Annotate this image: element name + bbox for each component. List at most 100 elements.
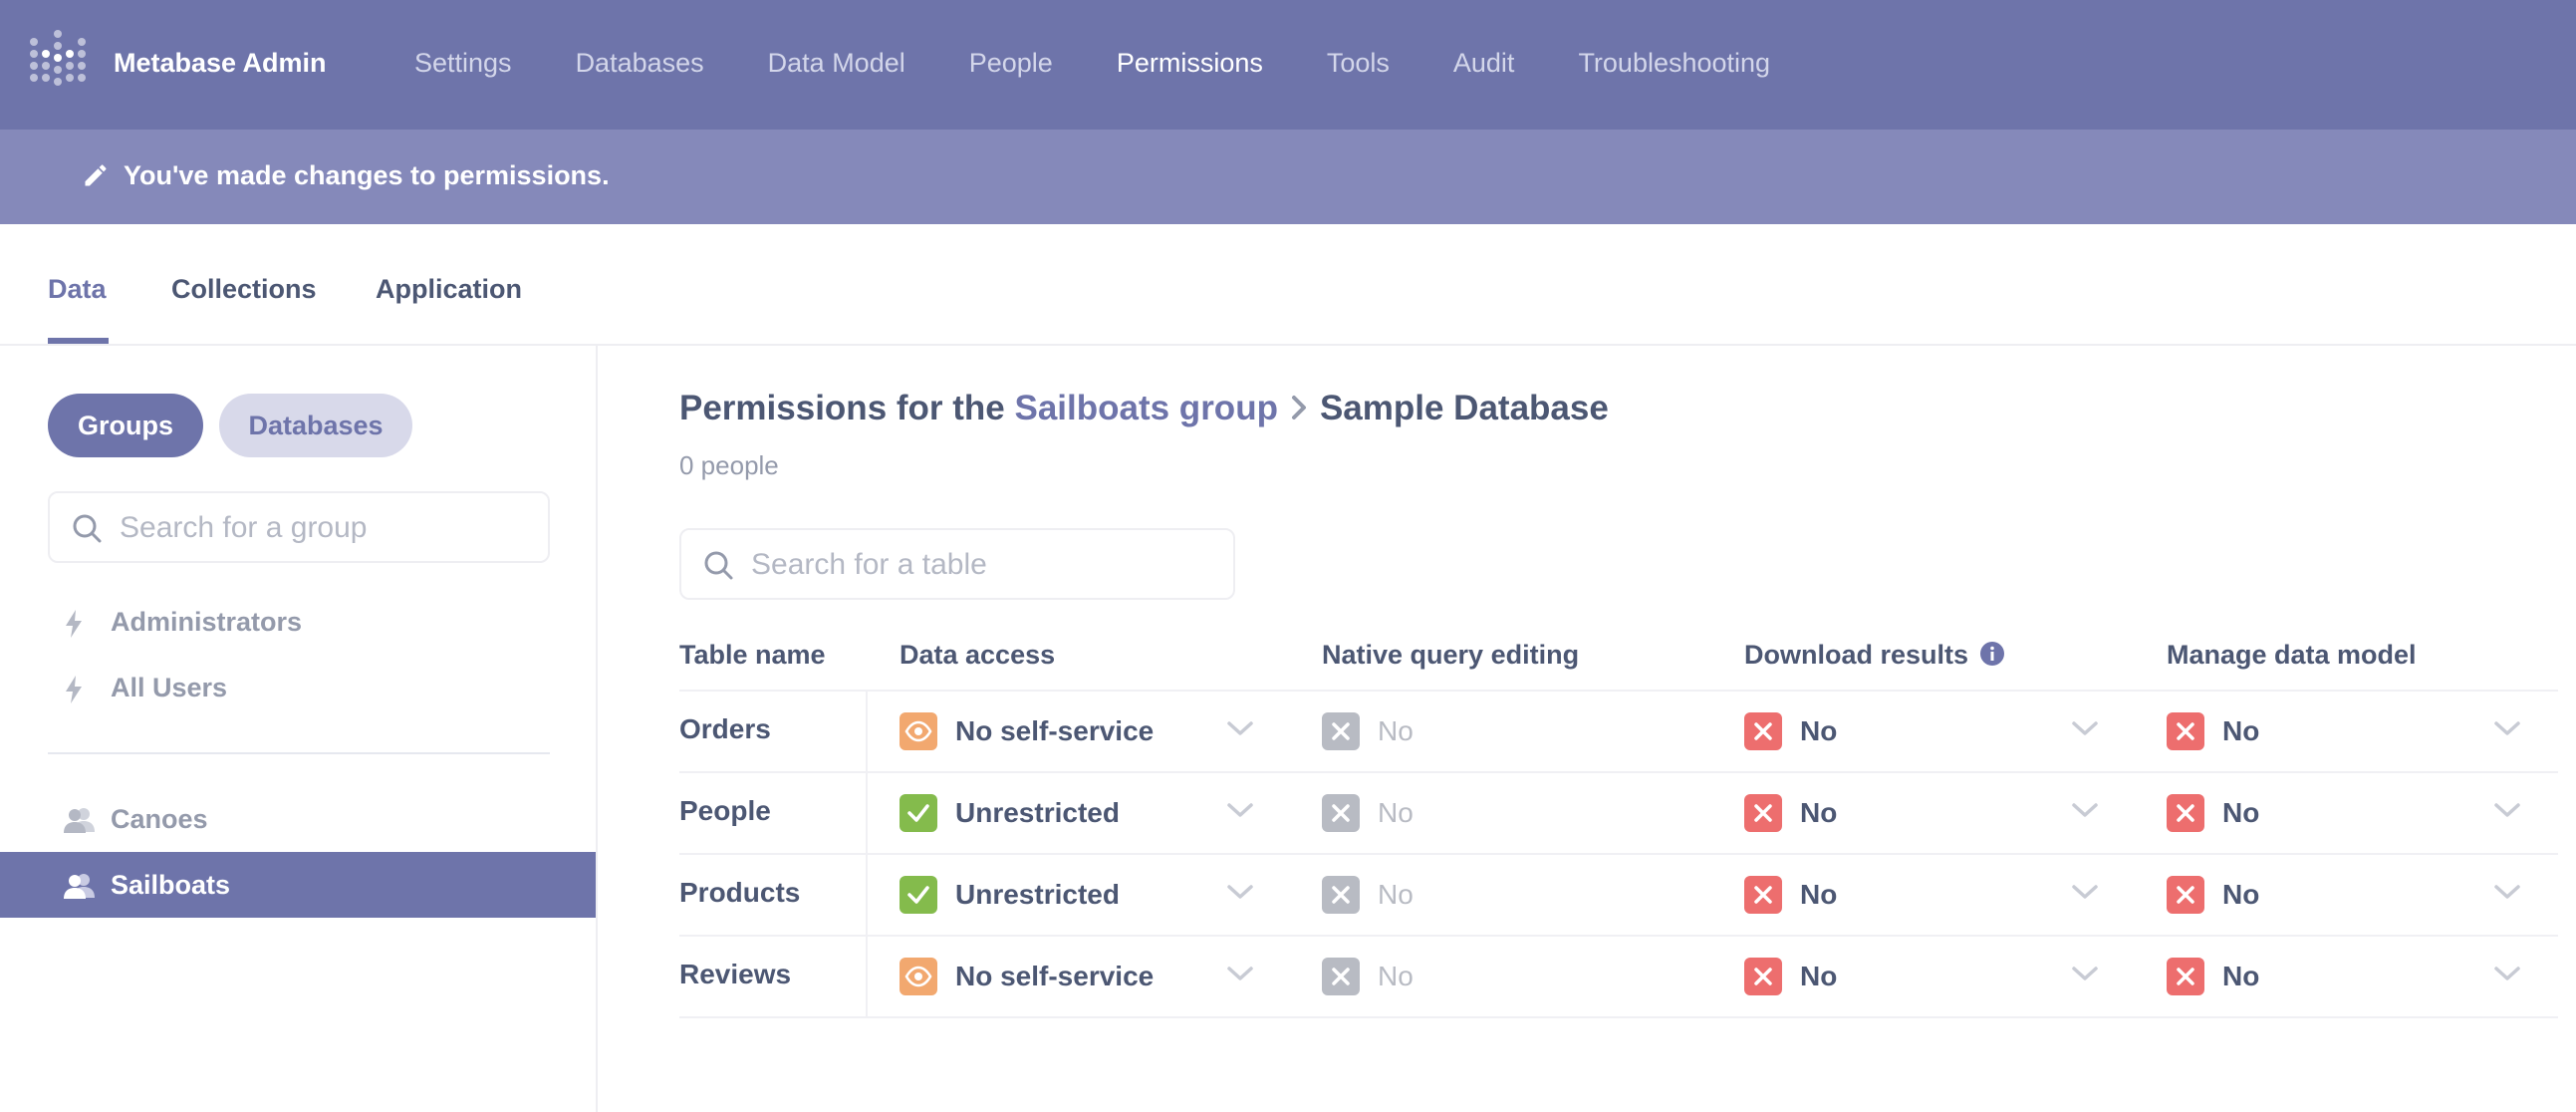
groups-toggle-button[interactable]: Groups	[48, 394, 203, 457]
eye-icon	[900, 712, 937, 750]
search-icon	[73, 514, 102, 543]
row-divider	[679, 1016, 2558, 1018]
chevron-down-icon	[2494, 803, 2520, 817]
close-icon	[2167, 712, 2204, 750]
group-item-sailboats[interactable]: Sailboats	[0, 852, 596, 918]
native-query-cell-products: No	[1322, 855, 1680, 935]
column-header-manage-data-model: Manage data model	[2167, 640, 2417, 670]
data-access-value: Unrestricted	[955, 797, 1120, 828]
database-name: Sample Database	[1319, 389, 1609, 427]
nav-audit[interactable]: Audit	[1453, 48, 1515, 79]
chevron-down-icon	[1227, 721, 1253, 735]
data-access-value: No self-service	[955, 961, 1155, 991]
download-results-value: No	[1800, 715, 1838, 746]
download-results-select-products[interactable]: No	[1744, 855, 2103, 935]
nav-troubleshooting[interactable]: Troubleshooting	[1578, 48, 1770, 79]
page-title: Permissions for the Sailboats group Sampl…	[679, 389, 1609, 428]
admin-nav-items: Settings Databases Data Model People Per…	[414, 48, 1834, 79]
manage-data-model-value: No	[2222, 961, 2260, 991]
sidebar-divider	[48, 752, 550, 754]
title-prefix: Permissions for the	[679, 389, 1015, 427]
nav-people[interactable]: People	[969, 48, 1053, 79]
close-icon	[1744, 712, 1782, 750]
group-search-input[interactable]	[120, 505, 518, 551]
data-access-value: Unrestricted	[955, 879, 1120, 910]
table-name-people: People	[679, 795, 771, 826]
manage-data-model-select-people[interactable]: No	[2167, 773, 2545, 853]
chevron-down-icon	[2494, 721, 2520, 735]
manage-data-model-value: No	[2222, 715, 2260, 746]
chevron-right-icon	[1291, 395, 1306, 419]
download-results-select-people[interactable]: No	[1744, 773, 2103, 853]
native-query-cell-orders: No	[1322, 692, 1680, 771]
data-access-select-people[interactable]: Unrestricted	[900, 773, 1258, 853]
data-access-select-products[interactable]: Unrestricted	[900, 855, 1258, 935]
admin-nav-bar: Metabase Admin Settings Databases Data M…	[0, 0, 2576, 130]
nav-settings[interactable]: Settings	[414, 48, 512, 79]
active-tab-indicator	[48, 338, 109, 344]
chevron-down-icon	[1227, 803, 1253, 817]
group-label: Sailboats	[111, 870, 231, 900]
manage-data-model-select-products[interactable]: No	[2167, 855, 2545, 935]
nav-tools[interactable]: Tools	[1327, 48, 1390, 79]
group-icon	[64, 808, 95, 833]
check-icon	[900, 876, 937, 914]
nav-databases[interactable]: Databases	[576, 48, 704, 79]
column-header-data-access: Data access	[900, 640, 1056, 670]
data-access-select-reviews[interactable]: No self-service	[900, 937, 1258, 1016]
nav-permissions[interactable]: Permissions	[1117, 48, 1263, 79]
info-icon[interactable]	[1979, 641, 2005, 667]
download-results-value: No	[1800, 961, 1838, 991]
nav-data-model[interactable]: Data Model	[768, 48, 905, 79]
chevron-down-icon	[2494, 885, 2520, 899]
tab-collections[interactable]: Collections	[171, 274, 317, 305]
group-item-all-users[interactable]: All Users	[0, 655, 596, 720]
data-access-select-orders[interactable]: No self-service	[900, 692, 1258, 771]
group-label: Administrators	[111, 607, 303, 637]
close-icon	[1322, 876, 1360, 914]
eye-icon	[900, 958, 937, 995]
download-results-select-orders[interactable]: No	[1744, 692, 2103, 771]
group-item-canoes[interactable]: Canoes	[0, 786, 596, 852]
download-results-select-reviews[interactable]: No	[1744, 937, 2103, 1016]
close-icon	[2167, 958, 2204, 995]
group-label: All Users	[111, 673, 228, 702]
permissions-tabs: Data Collections Application	[0, 224, 2576, 346]
close-icon	[2167, 876, 2204, 914]
native-query-value: No	[1378, 879, 1414, 910]
download-results-value: No	[1800, 797, 1838, 828]
chevron-down-icon	[2072, 967, 2098, 980]
chevron-down-icon	[1227, 885, 1253, 899]
chevron-down-icon	[2072, 721, 2098, 735]
group-search-box	[48, 491, 550, 563]
native-query-value: No	[1378, 961, 1414, 991]
pencil-icon	[85, 164, 107, 186]
native-query-value: No	[1378, 797, 1414, 828]
close-icon	[1744, 958, 1782, 995]
tab-data[interactable]: Data	[48, 274, 107, 305]
column-header-native-query: Native query editing	[1322, 640, 1580, 670]
native-query-cell-reviews: No	[1322, 937, 1680, 1016]
search-icon	[704, 551, 733, 580]
download-results-value: No	[1800, 879, 1838, 910]
groups-sidebar: Groups Databases Administrators All User…	[0, 346, 598, 1112]
manage-data-model-select-reviews[interactable]: No	[2167, 937, 2545, 1016]
group-link[interactable]: Sailboats group	[1014, 389, 1277, 427]
native-query-value: No	[1378, 715, 1414, 746]
chevron-down-icon	[2072, 803, 2098, 817]
metabase-logo-icon[interactable]	[30, 30, 86, 94]
chevron-down-icon	[2072, 885, 2098, 899]
bolt-icon	[66, 676, 82, 703]
close-icon	[1322, 958, 1360, 995]
people-count: 0 people	[679, 450, 779, 480]
column-header-table-name: Table name	[679, 640, 826, 670]
table-search-input[interactable]	[751, 542, 1150, 588]
banner-message: You've made changes to permissions.	[124, 160, 610, 190]
close-icon	[1744, 876, 1782, 914]
table-name-products: Products	[679, 877, 801, 908]
data-access-value: No self-service	[955, 715, 1155, 746]
tab-application[interactable]: Application	[376, 274, 522, 305]
databases-toggle-button[interactable]: Databases	[219, 394, 412, 457]
manage-data-model-select-orders[interactable]: No	[2167, 692, 2545, 771]
group-item-administrators[interactable]: Administrators	[0, 589, 596, 655]
